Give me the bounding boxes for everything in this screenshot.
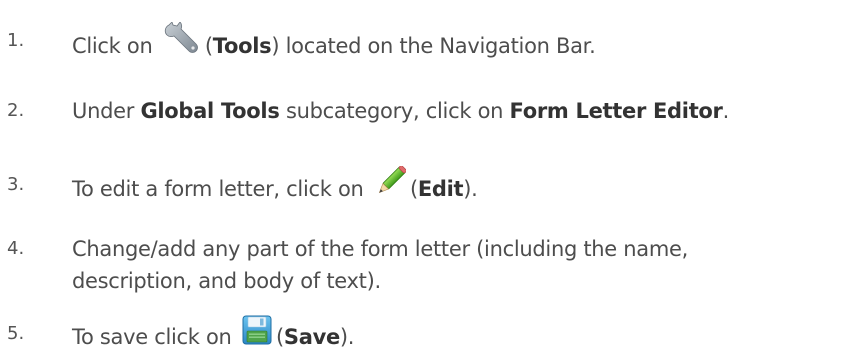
step-bold-form-letter-editor: Form Letter Editor — [509, 99, 723, 123]
step-number: 2. — [7, 100, 25, 121]
step-text-before: To edit a form letter, click on — [72, 177, 364, 201]
step-text: Click on (Tools) located on the Navigati… — [72, 21, 596, 68]
instruction-steps: 1. Click on (Tools) located on the Navig… — [0, 0, 857, 362]
step-text-after: ). — [463, 177, 478, 201]
step-text: To edit a form letter, click on (Edit). — [72, 165, 478, 210]
wrench-icon — [163, 21, 201, 64]
step-text-line-1: Change/add any part of the form letter (… — [72, 237, 689, 261]
floppy-disk-icon — [242, 315, 272, 353]
step-text-after: ) located on the Navigation Bar. — [271, 34, 596, 58]
step-text-before: To save click on — [72, 325, 232, 349]
step-text-before: Under — [72, 99, 135, 123]
step-number: 3. — [7, 174, 25, 195]
step-bold-global-tools: Global Tools — [140, 99, 280, 123]
step-text-after: . — [722, 99, 730, 123]
step-bold: Save — [283, 325, 340, 349]
step-text: Under Global Tools subcategory, click on… — [72, 96, 729, 126]
pencil-icon — [374, 165, 407, 206]
step-bold: Edit — [417, 177, 464, 201]
step-text: To save click on (Save). — [72, 315, 355, 357]
step-number: 4. — [7, 238, 25, 259]
step-text-middle: subcategory, click on — [285, 99, 504, 123]
step-text-before: Click on — [72, 34, 153, 58]
step-number: 1. — [7, 30, 25, 51]
step-bold: Tools — [212, 34, 272, 58]
step-number: 5. — [7, 323, 25, 344]
step-text-after: ). — [339, 325, 355, 349]
step-text-line-2: description, and body of text). — [72, 269, 381, 293]
